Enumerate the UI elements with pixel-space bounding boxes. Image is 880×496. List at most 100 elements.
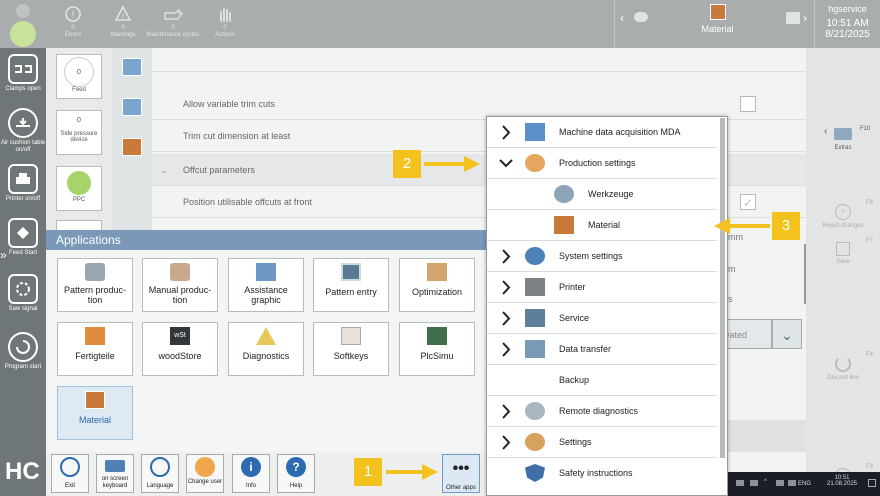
- tray-chevron-icon[interactable]: ^: [764, 479, 767, 485]
- other-apps-button[interactable]: ••• Other apps: [442, 454, 480, 493]
- callout-step-3: 3: [772, 212, 800, 240]
- dropdown-value[interactable]: vated: [724, 319, 772, 349]
- ppc-button[interactable]: PPC: [56, 166, 102, 211]
- saw-signal-button[interactable]: Saw signal: [0, 274, 46, 313]
- material-stack-icon[interactable]: [122, 138, 142, 156]
- menu-item-material[interactable]: Material: [487, 210, 717, 241]
- oil-can-icon: [164, 8, 184, 20]
- app-tile-manual-production[interactable]: Manual produc- tion: [142, 258, 218, 312]
- menu-item-service[interactable]: Service: [487, 303, 717, 334]
- network-icon[interactable]: [776, 480, 784, 486]
- material-icon: [85, 391, 105, 409]
- on-screen-keyboard-button[interactable]: on screen keyboard: [96, 454, 134, 493]
- app-tile-pattern-production[interactable]: Pattern produc- tion: [57, 258, 133, 312]
- user-clock: hgservice 10:51 AM 8/21/2025: [825, 4, 870, 40]
- clamps-open-button[interactable]: Clamps open: [0, 54, 46, 93]
- data-transfer-icon: [525, 340, 545, 358]
- air-cushion-icon: [8, 108, 38, 138]
- shield-icon: [525, 464, 545, 482]
- notifications-icon[interactable]: [868, 479, 876, 487]
- menu-item-system-settings[interactable]: System settings: [487, 241, 717, 272]
- refresh-icon: [835, 356, 851, 372]
- plcsimu-icon: [427, 327, 447, 345]
- menu-item-production-settings[interactable]: Production settings: [487, 148, 717, 179]
- menu-item-backup[interactable]: Backup: [487, 365, 717, 396]
- status-dot-icon: [16, 4, 30, 18]
- chevron-left-icon[interactable]: ‹: [620, 11, 624, 25]
- callout-step-2: 2: [393, 150, 421, 178]
- menu-item-werkzeuge[interactable]: Werkzeuge: [487, 179, 717, 210]
- volume-icon[interactable]: [788, 480, 796, 486]
- settings-list-continued: mm m s vated ⌄: [724, 232, 808, 472]
- expand-icon[interactable]: »: [0, 248, 7, 262]
- printer-toggle-button[interactable]: Printer on/off: [0, 164, 46, 203]
- help-button[interactable]: ? Help: [277, 454, 315, 493]
- allow-variable-trim-checkbox[interactable]: [740, 96, 756, 112]
- arrow-left-icon: [714, 218, 770, 234]
- chevron-right-icon: [502, 342, 511, 357]
- saw-blade-icon: [554, 185, 574, 203]
- language-button[interactable]: Language: [141, 454, 179, 493]
- settings-gear-icon[interactable]: [122, 98, 142, 116]
- app-tile-softkeys[interactable]: Softkeys: [313, 322, 389, 376]
- app-tile-plcsimu[interactable]: PlcSimu: [399, 322, 475, 376]
- mda-chart-icon: [525, 123, 545, 141]
- taskbar-clock[interactable]: 10:51 21.08.2025: [824, 475, 860, 487]
- menu-item-mda[interactable]: Machine data acquisition MDA: [487, 117, 717, 148]
- app-tile-woodstore[interactable]: wSt woodStore: [142, 322, 218, 376]
- maintenance-indicator[interactable]: 0 Maintenance cycles: [143, 5, 203, 39]
- extras-button[interactable]: ‹ F10 Extras: [806, 126, 880, 151]
- svg-text:!: !: [122, 12, 124, 21]
- info-button[interactable]: i Info: [232, 454, 270, 493]
- actions-indicator[interactable]: 0 Actions: [195, 5, 255, 39]
- tray-icon[interactable]: [750, 480, 758, 486]
- position-offcuts-checkbox[interactable]: ✓: [740, 194, 756, 210]
- chevron-down-icon: ⌄: [160, 165, 168, 175]
- chevron-right-icon: [502, 280, 511, 295]
- side-pressure-button[interactable]: 0 Side pressure device: [56, 110, 102, 155]
- left-sidebar: Clamps open Air cushion table on/off Pri…: [0, 48, 46, 496]
- chevron-right-icon[interactable]: ›: [803, 11, 807, 25]
- globe-icon: [150, 457, 170, 477]
- settings-gear-icon[interactable]: [122, 58, 142, 76]
- reject-changes-button[interactable]: F6 ✕ Reject changes: [806, 200, 880, 229]
- dropdown-chevron-icon[interactable]: ⌄: [772, 319, 802, 349]
- app-tile-fertigteile[interactable]: Fertigteile: [57, 322, 133, 376]
- screen-icon: [786, 12, 800, 24]
- tray-icon[interactable]: [736, 480, 744, 486]
- error-icon: !: [65, 6, 81, 22]
- program-start-button[interactable]: Program start: [0, 332, 46, 371]
- change-user-button[interactable]: Change user: [186, 454, 224, 493]
- help-icon: ?: [286, 457, 306, 477]
- app-tile-diagnostics[interactable]: Diagnostics: [228, 322, 304, 376]
- exit-button[interactable]: Exit: [51, 454, 89, 493]
- menu-item-settings[interactable]: Settings: [487, 427, 717, 458]
- menu-item-safety-instructions[interactable]: Safety instructions: [487, 458, 717, 489]
- chevron-right-icon: [502, 404, 511, 419]
- app-tile-optimization[interactable]: Optimization: [399, 258, 475, 312]
- feed-button[interactable]: 0 Feed: [56, 54, 102, 99]
- air-cushion-button[interactable]: Air cushion table on/off: [0, 108, 46, 154]
- program-start-icon: [8, 332, 38, 362]
- current-application[interactable]: Material: [680, 4, 755, 34]
- menu-scrollbar[interactable]: [720, 118, 725, 458]
- extras-icon: [834, 128, 852, 140]
- menu-item-printer[interactable]: Printer: [487, 272, 717, 303]
- machine-ready-indicator[interactable]: [10, 21, 36, 47]
- settings-row: [728, 420, 806, 452]
- app-tile-assistance-graphic[interactable]: Assistance graphic: [228, 258, 304, 312]
- feed-panel: 0 Feed 0 Side pressure device PPC: [46, 48, 112, 232]
- save-button[interactable]: F7 Save: [806, 238, 880, 265]
- discard-line-button[interactable]: F4 Discard line: [806, 352, 880, 381]
- info-icon: i: [241, 457, 261, 477]
- app-tile-material[interactable]: Material: [57, 386, 133, 440]
- save-icon: [836, 242, 850, 256]
- settings-gear-icon: [525, 433, 545, 451]
- gears-icon: [525, 247, 545, 265]
- app-tile-pattern-entry[interactable]: Pattern entry: [313, 258, 389, 312]
- material-icon: [554, 216, 574, 234]
- more-dots-icon: •••: [452, 460, 470, 477]
- menu-item-remote-diagnostics[interactable]: Remote diagnostics: [487, 396, 717, 427]
- menu-item-data-transfer[interactable]: Data transfer: [487, 334, 717, 365]
- warning-icon: !: [114, 5, 132, 21]
